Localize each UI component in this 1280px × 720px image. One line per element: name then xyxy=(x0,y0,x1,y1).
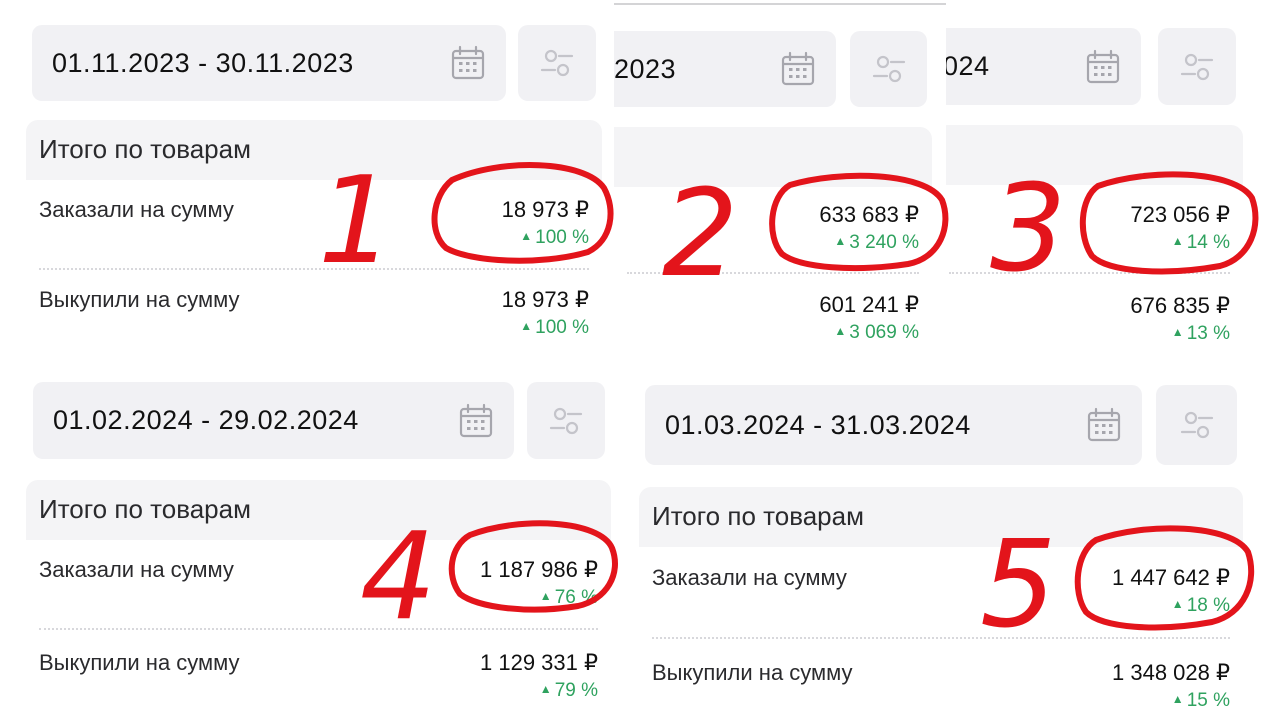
filter-sliders-icon xyxy=(1178,51,1216,83)
card-body: 633 683 ₽ ▲ 3 240 % 601 241 ₽ ▲ 3 069 % xyxy=(614,187,932,365)
ordered-value: 1 447 642 ₽ xyxy=(1112,565,1230,590)
row-divider xyxy=(949,272,1230,274)
filter-button[interactable] xyxy=(1156,385,1237,465)
panel-4: 01.02.2024 - 29.02.2024 Итого по товарам… xyxy=(0,365,625,720)
row-divider xyxy=(39,268,589,270)
bought-value: 1 129 331 ₽ xyxy=(480,650,598,675)
date-range-picker[interactable]: 01.02.2024 - 29.02.2024 xyxy=(33,382,514,459)
calendar-icon[interactable] xyxy=(450,45,486,81)
bought-label: Выкупили на сумму xyxy=(652,660,853,685)
filter-button[interactable] xyxy=(850,31,927,107)
calendar-icon[interactable] xyxy=(1085,49,1121,85)
bought-value: 601 241 ₽ xyxy=(819,292,919,317)
up-triangle-icon: ▲ xyxy=(539,589,552,603)
up-triangle-icon: ▲ xyxy=(1171,597,1184,611)
filter-sliders-icon xyxy=(870,53,908,85)
date-range-text: 01.02.2024 - 29.02.2024 xyxy=(53,405,359,435)
date-range-text: 2023 xyxy=(614,53,677,84)
up-triangle-icon: ▲ xyxy=(1171,234,1184,248)
bought-delta: ▲ 15 % xyxy=(1171,690,1230,711)
row-divider xyxy=(627,272,919,274)
ordered-label: Заказали на сумму xyxy=(39,557,234,582)
panel-2: 2023 633 683 ₽ ▲ 3 240 % 601 241 ₽ ▲ 3 069… xyxy=(614,0,946,365)
totals-card: Итого по товарам Заказали на сумму 1 187… xyxy=(26,480,611,720)
bought-value: 18 973 ₽ xyxy=(501,287,589,312)
bought-value: 1 348 028 ₽ xyxy=(1112,660,1230,685)
filter-button[interactable] xyxy=(1158,28,1236,105)
filter-sliders-icon xyxy=(538,47,576,79)
ordered-delta: ▲ 100 % xyxy=(520,227,589,248)
ordered-delta: ▲ 76 % xyxy=(539,587,598,608)
filter-button[interactable] xyxy=(518,25,596,101)
bought-value: 676 835 ₽ xyxy=(1130,293,1230,318)
bought-label: Выкупили на сумму xyxy=(39,287,240,312)
totals-card: 723 056 ₽ ▲ 14 % 676 835 ₽ ▲ 13 % xyxy=(946,125,1243,365)
ordered-delta: ▲ 14 % xyxy=(1171,232,1230,253)
calendar-icon[interactable] xyxy=(780,51,816,87)
date-range-text: 024 xyxy=(946,51,990,81)
filter-button[interactable] xyxy=(527,382,605,459)
card-body: Заказали на сумму 18 973 ₽ ▲ 100 % Выкупи… xyxy=(26,180,602,365)
date-range-text: 01.03.2024 - 31.03.2024 xyxy=(665,409,971,440)
filter-sliders-icon xyxy=(547,405,585,437)
row-divider xyxy=(652,637,1230,639)
up-triangle-icon: ▲ xyxy=(520,229,533,243)
ordered-value: 723 056 ₽ xyxy=(1130,202,1230,227)
divider xyxy=(614,3,946,5)
bought-delta: ▲ 79 % xyxy=(539,680,598,701)
ordered-value: 18 973 ₽ xyxy=(501,197,589,222)
totals-card: Итого по товарам Заказали на сумму 18 97… xyxy=(26,120,602,365)
calendar-icon[interactable] xyxy=(1086,407,1122,443)
card-body: Заказали на сумму 1 187 986 ₽ ▲ 76 % Выку… xyxy=(26,540,611,720)
ordered-label: Заказали на сумму xyxy=(652,565,847,590)
ordered-value: 633 683 ₽ xyxy=(819,202,919,227)
ordered-delta: ▲ 3 240 % xyxy=(834,232,919,253)
up-triangle-icon: ▲ xyxy=(834,324,847,338)
totals-card: 633 683 ₽ ▲ 3 240 % 601 241 ₽ ▲ 3 069 % xyxy=(614,127,932,365)
date-range-picker[interactable]: 2023 xyxy=(614,31,836,107)
row-divider xyxy=(39,628,598,630)
up-triangle-icon: ▲ xyxy=(539,682,552,696)
totals-card: Итого по товарам Заказали на сумму 1 447… xyxy=(639,487,1243,720)
date-range-picker[interactable]: 024 xyxy=(946,28,1141,105)
ordered-value: 1 187 986 ₽ xyxy=(480,557,598,582)
ordered-label: Заказали на сумму xyxy=(39,197,234,222)
bought-label: Выкупили на сумму xyxy=(39,650,240,675)
bought-delta: ▲ 100 % xyxy=(520,317,589,338)
up-triangle-icon: ▲ xyxy=(520,319,533,333)
filter-sliders-icon xyxy=(1178,409,1216,441)
date-range-text: 01.11.2023 - 30.11.2023 xyxy=(52,47,354,78)
date-range-picker[interactable]: 01.11.2023 - 30.11.2023 xyxy=(32,25,506,101)
up-triangle-icon: ▲ xyxy=(1171,325,1184,339)
up-triangle-icon: ▲ xyxy=(1171,692,1184,706)
ordered-delta: ▲ 18 % xyxy=(1171,595,1230,616)
card-title: Итого по товарам xyxy=(39,134,251,164)
panel-3: 024 723 056 ₽ ▲ 14 % 676 835 ₽ ▲ 13 % xyxy=(946,0,1280,365)
card-title: Итого по товарам xyxy=(652,501,864,531)
calendar-icon[interactable] xyxy=(458,403,494,439)
panel-5: 01.03.2024 - 31.03.2024 Итого по товарам… xyxy=(625,365,1280,720)
card-body: 723 056 ₽ ▲ 14 % 676 835 ₽ ▲ 13 % xyxy=(946,185,1243,365)
bought-delta: ▲ 13 % xyxy=(1171,323,1230,344)
bought-delta: ▲ 3 069 % xyxy=(834,322,919,343)
card-title: Итого по товарам xyxy=(39,494,251,524)
up-triangle-icon: ▲ xyxy=(834,234,847,248)
panel-1: 01.11.2023 - 30.11.2023 Итого по товарам… xyxy=(0,0,614,365)
date-range-picker[interactable]: 01.03.2024 - 31.03.2024 xyxy=(645,385,1142,465)
card-body: Заказали на сумму 1 447 642 ₽ ▲ 18 % Выку… xyxy=(639,547,1243,720)
